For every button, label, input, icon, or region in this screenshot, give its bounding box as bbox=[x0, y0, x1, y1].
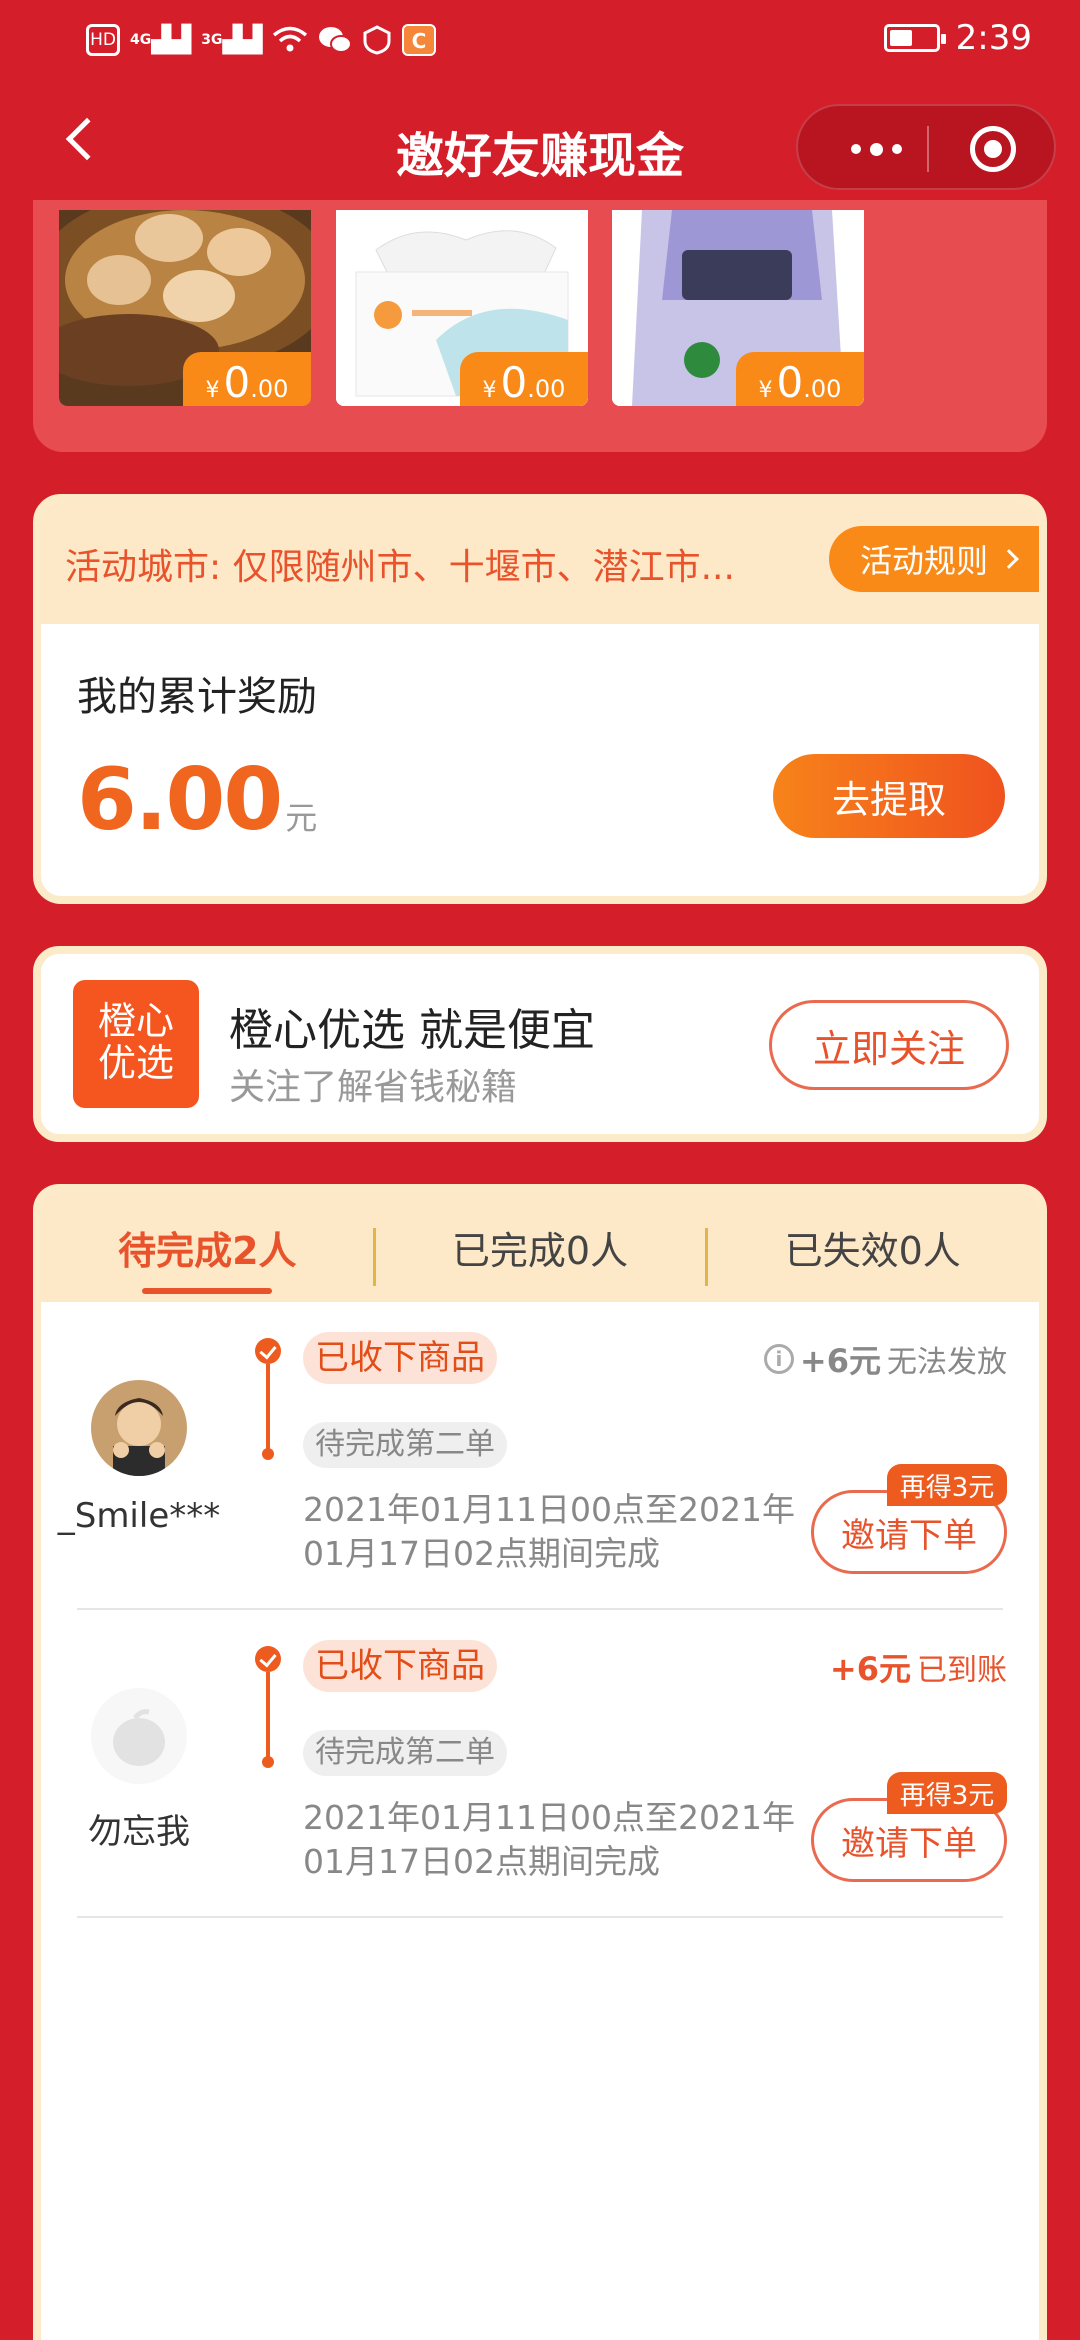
activity-city-text: 活动城市: 仅限随州市、十堰市、潜江市... bbox=[65, 547, 735, 588]
logo-line-2: 优选 bbox=[97, 1041, 174, 1085]
reward-amount: 6.00 元 bbox=[77, 750, 317, 850]
rules-label: 活动规则 bbox=[859, 542, 988, 580]
row-divider bbox=[77, 1916, 1003, 1918]
tab-divider bbox=[373, 1228, 376, 1286]
bonus-amount: +6元 bbox=[799, 1342, 881, 1380]
tab-divider bbox=[705, 1228, 708, 1286]
reward-amount-value: 6.00 bbox=[77, 750, 283, 850]
reward-label: 我的累计奖励 bbox=[77, 674, 317, 720]
4g-signal-icon: 4G▟▟ bbox=[130, 25, 192, 55]
capsule-divider bbox=[927, 126, 929, 172]
activity-rules-button[interactable]: 活动规则 bbox=[829, 526, 1039, 592]
hd-label: HD bbox=[90, 30, 116, 50]
reward-header: 活动城市: 仅限随州市、十堰市、潜江市... 活动规则 bbox=[41, 502, 1039, 624]
info-icon[interactable]: i bbox=[763, 1344, 794, 1374]
timeline-dot bbox=[262, 1756, 274, 1768]
bonus-status: i +6元 无法发放 bbox=[763, 1336, 1007, 1382]
follow-button[interactable]: 立即关注 bbox=[769, 1000, 1009, 1090]
received-tag: 已收下商品 bbox=[303, 1332, 497, 1384]
mini-program-capsule bbox=[796, 104, 1056, 190]
3g-signal-icon: 3G▟▟ bbox=[201, 25, 263, 55]
app-icon: C bbox=[402, 24, 437, 56]
wechat-icon bbox=[319, 27, 353, 53]
follow-card: 橙心 优选 橙心优选 就是便宜 关注了解省钱秘籍 立即关注 bbox=[33, 946, 1047, 1142]
3g-label: 3G bbox=[201, 32, 223, 48]
product-card-eggs[interactable]: ¥ 0 .00 bbox=[59, 210, 311, 406]
status-right: 2:39 bbox=[883, 18, 1032, 58]
withdraw-button[interactable]: 去提取 bbox=[773, 754, 1005, 838]
avatar-photo bbox=[91, 1380, 187, 1476]
hd-icon: HD bbox=[86, 24, 120, 56]
product-strip: ¥ 0 .00 ¥ 0 .00 ¥ 0 .00 bbox=[33, 200, 1047, 452]
price-symbol: ¥ bbox=[205, 378, 220, 403]
bonus-status: +6元 已到账 bbox=[830, 1644, 1007, 1690]
tab-completed[interactable]: 已完成0人 bbox=[374, 1192, 707, 1302]
chevron-right-icon bbox=[999, 549, 1019, 569]
extra-reward-badge: 再得3元 bbox=[887, 1772, 1007, 1814]
price-symbol: ¥ bbox=[482, 378, 497, 403]
price-decimal: .00 bbox=[803, 375, 842, 403]
price-integer: 0 bbox=[776, 358, 804, 406]
shield-icon bbox=[363, 25, 391, 55]
logo-line-1: 橙心 bbox=[97, 999, 174, 1043]
brand-logo: 橙心 优选 bbox=[73, 980, 199, 1108]
completion-period: 2021年01月11日00点至2021年01月17日02点期间完成 bbox=[303, 1798, 795, 1881]
status-icons: HD 4G▟▟ 3G▟▟ C bbox=[86, 22, 437, 58]
bonus-note: 已到账 bbox=[917, 1653, 1007, 1688]
4g-label: 4G bbox=[130, 32, 152, 48]
battery-level bbox=[889, 30, 913, 46]
battery-icon bbox=[883, 24, 946, 52]
check-circle-icon bbox=[255, 1646, 281, 1672]
avatar bbox=[91, 1688, 187, 1784]
pending-tag: 待完成第二单 bbox=[303, 1422, 507, 1468]
price-decimal: .00 bbox=[527, 375, 566, 403]
follow-subtitle: 关注了解省钱秘籍 bbox=[229, 1067, 518, 1108]
price-tag: ¥ 0 .00 bbox=[460, 352, 588, 406]
completion-period: 2021年01月11日00点至2021年01月17日02点期间完成 bbox=[303, 1490, 795, 1573]
price-decimal: .00 bbox=[250, 375, 289, 403]
price-symbol: ¥ bbox=[758, 378, 773, 403]
timeline-dot bbox=[262, 1448, 274, 1460]
invitee-name: _Smile*** bbox=[57, 1496, 221, 1536]
invite-row: 勿忘我 已收下商品 待完成第二单 2021年01月11日00点至2021年01月… bbox=[41, 1610, 1039, 1918]
reward-card: 活动城市: 仅限随州市、十堰市、潜江市... 活动规则 我的累计奖励 6.00 … bbox=[33, 494, 1047, 904]
timeline-line bbox=[266, 1364, 270, 1452]
status-bar: HD 4G▟▟ 3G▟▟ C 2:39 bbox=[0, 0, 1080, 80]
invite-list-card: 待完成2人 已完成0人 已失效0人 _Smile*** 已收下商品 待完成第二单… bbox=[33, 1184, 1047, 2340]
reward-amount-unit: 元 bbox=[285, 799, 318, 837]
extra-reward-badge: 再得3元 bbox=[887, 1464, 1007, 1506]
tab-pending[interactable]: 待完成2人 bbox=[41, 1192, 374, 1302]
invite-row: _Smile*** 已收下商品 待完成第二单 2021年01月11日00点至20… bbox=[41, 1302, 1039, 1610]
nav-bar: 邀好友赚现金 bbox=[0, 92, 1080, 202]
product-card-tissue[interactable]: ¥ 0 .00 bbox=[336, 210, 588, 406]
received-tag: 已收下商品 bbox=[303, 1640, 497, 1692]
check-circle-icon bbox=[255, 1338, 281, 1364]
bonus-note: 无法发放 bbox=[887, 1345, 1007, 1380]
price-integer: 0 bbox=[223, 358, 251, 406]
status-tabs: 待完成2人 已完成0人 已失效0人 bbox=[41, 1192, 1039, 1302]
invitee-name: 勿忘我 bbox=[88, 1812, 190, 1852]
svg-text:C: C bbox=[412, 29, 427, 53]
price-tag: ¥ 0 .00 bbox=[183, 352, 311, 406]
more-icon[interactable] bbox=[836, 134, 916, 164]
close-target-icon[interactable] bbox=[970, 126, 1016, 172]
clock: 2:39 bbox=[955, 18, 1032, 58]
pending-tag: 待完成第二单 bbox=[303, 1730, 507, 1776]
default-avatar-icon bbox=[91, 1688, 187, 1784]
price-tag: ¥ 0 .00 bbox=[736, 352, 864, 406]
tab-expired[interactable]: 已失效0人 bbox=[706, 1192, 1039, 1302]
product-card-salt[interactable]: ¥ 0 .00 bbox=[612, 210, 864, 406]
avatar bbox=[91, 1380, 187, 1476]
price-integer: 0 bbox=[500, 358, 528, 406]
bonus-amount: +6元 bbox=[829, 1650, 911, 1688]
wifi-icon bbox=[273, 26, 308, 52]
timeline-line bbox=[266, 1672, 270, 1760]
follow-title: 橙心优选 就是便宜 bbox=[229, 1005, 595, 1056]
